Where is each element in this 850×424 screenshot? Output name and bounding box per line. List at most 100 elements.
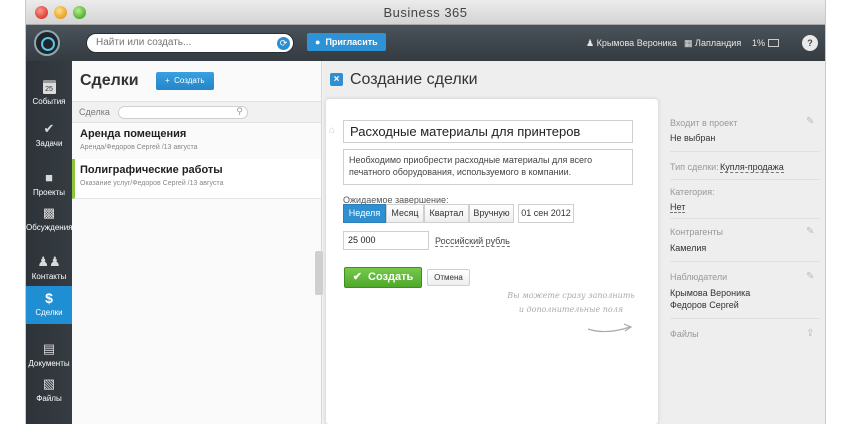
deal-title: Полиграфические работы <box>80 164 223 176</box>
org-name: Лапландия <box>695 38 742 48</box>
sidebar-item-events[interactable]: 25 События <box>26 79 72 115</box>
currency-selector[interactable]: Российский рубль <box>435 236 510 247</box>
dollar-icon: $ <box>45 290 53 306</box>
observer-item: Федоров Сергей <box>670 300 739 310</box>
sidebar-item-projects[interactable]: ■ Проекты <box>26 170 72 200</box>
filter-label: Сделка <box>79 107 110 117</box>
hint-arrow-icon <box>587 323 633 333</box>
files-icon: ▧ <box>42 376 56 391</box>
search-go-icon[interactable]: ⟳ <box>277 37 290 50</box>
observers-label: Наблюдатели <box>670 272 728 282</box>
list-filter: Сделка ⚲ <box>72 101 321 123</box>
people-icon: ♟♟ <box>37 254 61 269</box>
sidebar-item-label: Задачи <box>35 139 63 148</box>
sidebar-item-label: Сделки <box>35 308 63 317</box>
panel-title: Создание сделки <box>350 71 478 88</box>
panel-resize-handle[interactable] <box>315 251 323 295</box>
disk-usage: 1% <box>752 38 780 48</box>
observer-item: Крымова Вероника <box>670 288 751 298</box>
deals-list-panel: Сделки + Создать Сделка ⚲ Аренда помещен… <box>72 61 322 424</box>
sidebar-item-deals[interactable]: $ Сделки <box>26 286 72 324</box>
deal-type-value[interactable]: Купля-продажа <box>720 162 784 173</box>
checkmark-icon: ✔ <box>43 121 55 136</box>
project-value: Не выбран <box>670 133 716 143</box>
category-label: Категория: <box>670 187 715 197</box>
due-date-field[interactable]: 01 сен 2012 <box>518 204 574 223</box>
contractors-value: Камелия <box>670 243 707 253</box>
sidebar-item-label: Контакты <box>31 272 67 281</box>
app-window: Business 365 ⟳ ● Пригласить ♟ Крымова Вер… <box>25 0 826 424</box>
sidebar: 25 События ✔ Задачи ■ Проекты ▩ Обсужден… <box>26 61 73 424</box>
user-name: Крымова Вероника <box>596 38 677 48</box>
sidebar-item-documents[interactable]: ▤ Документы <box>26 341 72 371</box>
disk-usage-bar <box>768 39 780 47</box>
sidebar-item-discussions[interactable]: ▩ Обсуждения <box>26 205 73 235</box>
deal-type-label: Тип сделки: <box>670 162 719 172</box>
create-deal-button[interactable]: + Создать <box>156 72 214 90</box>
divider <box>670 179 820 180</box>
divider <box>670 261 820 262</box>
create-label: Создать <box>174 76 205 85</box>
hint-line-1: Вы можете сразу заполнить <box>507 291 635 300</box>
due-option-month[interactable]: Месяц <box>386 204 424 223</box>
calendar-icon: 25 <box>26 79 72 95</box>
create-button[interactable]: ✔ Создать <box>344 267 422 288</box>
cancel-button[interactable]: Отмена <box>427 269 470 286</box>
deal-description-field[interactable]: Необходимо приобрести расходные материал… <box>343 149 633 185</box>
invite-button[interactable]: ● Пригласить <box>307 33 386 51</box>
currency-label: Российский рубль <box>435 236 510 247</box>
due-option-week[interactable]: Неделя <box>343 204 386 223</box>
divider <box>670 218 820 219</box>
deal-name-field[interactable] <box>343 120 633 143</box>
sidebar-item-label: Файлы <box>36 394 62 403</box>
create-button-label: Создать <box>368 271 414 283</box>
category-value[interactable]: Нет <box>670 202 686 213</box>
sidebar-item-files[interactable]: ▧ Файлы <box>26 376 72 406</box>
sidebar-item-label: События <box>32 97 66 106</box>
sidebar-item-label: Обсуждения <box>26 223 73 232</box>
edit-project-icon[interactable]: ✎ <box>806 116 814 127</box>
divider <box>670 151 820 152</box>
building-icon: ▦ <box>684 38 693 48</box>
edit-contractors-icon[interactable]: ✎ <box>806 226 814 237</box>
global-search[interactable]: ⟳ <box>86 33 294 53</box>
divider <box>670 318 820 319</box>
due-option-manual[interactable]: Вручную <box>469 204 514 223</box>
sidebar-item-label: Документы <box>28 359 70 368</box>
check-icon: ✔ <box>352 271 362 283</box>
deal-subtitle: Аренда/Федоров Сергей /13 августа <box>80 144 198 151</box>
app-logo-icon[interactable] <box>34 30 60 56</box>
contractors-label: Контрагенты <box>670 227 724 237</box>
sidebar-item-label: Проекты <box>32 188 66 197</box>
user-icon: ♟ <box>586 38 595 48</box>
briefcase-icon: ■ <box>45 170 53 185</box>
list-item[interactable]: Полиграфические работы Оказание услуг/Фе… <box>72 159 321 199</box>
top-bar: ⟳ ● Пригласить ♟ Крымова Вероника ▦ Лапла… <box>26 25 825 61</box>
sidebar-item-tasks[interactable]: ✔ Задачи <box>26 121 72 151</box>
create-deal-panel: × Создание сделки ⌂ Необходимо приобрест… <box>323 61 825 424</box>
files-label: Файлы <box>670 329 699 339</box>
filter-input[interactable]: ⚲ <box>118 106 248 119</box>
disk-usage-value: 1% <box>752 38 766 48</box>
close-panel-icon[interactable]: × <box>330 73 343 86</box>
sidebar-item-contacts[interactable]: ♟♟ Контакты <box>26 254 72 284</box>
title-bar: Business 365 <box>26 0 825 25</box>
upload-icon[interactable]: ⇪ <box>806 328 814 339</box>
home-icon: ⌂ <box>329 125 336 136</box>
window-title: Business 365 <box>383 5 468 20</box>
list-item[interactable]: Аренда помещения Аренда/Федоров Сергей /… <box>72 123 321 163</box>
amount-field[interactable]: 25 000 <box>343 231 429 250</box>
current-user[interactable]: ♟ Крымова Вероника <box>586 38 677 49</box>
hint-line-2: и дополнительные поля <box>518 305 624 314</box>
deal-subtitle: Оказание услуг/Федоров Сергей /13 август… <box>80 180 224 187</box>
due-option-quarter[interactable]: Квартал <box>424 204 469 223</box>
help-button[interactable]: ? <box>802 35 818 51</box>
search-icon: ⚲ <box>236 106 243 116</box>
attributes-panel: Входит в проект ✎ Не выбран Тип сделки: … <box>658 99 825 424</box>
document-icon: ▤ <box>42 341 56 356</box>
search-input[interactable] <box>96 37 266 48</box>
edit-observers-icon[interactable]: ✎ <box>806 271 814 282</box>
organization[interactable]: ▦ Лапландия <box>684 38 741 49</box>
deal-form: ⌂ Необходимо приобрести расходные матери… <box>326 99 658 424</box>
panel-header: × Создание сделки <box>323 61 825 99</box>
